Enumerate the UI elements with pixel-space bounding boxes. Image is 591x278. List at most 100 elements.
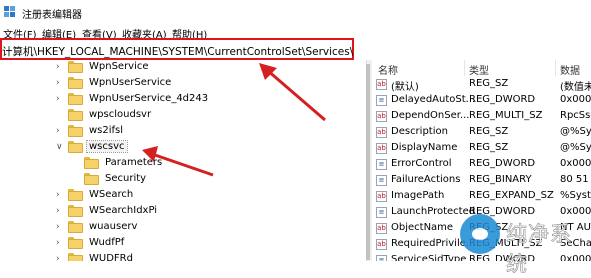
value-data: @%Sys (560, 142, 591, 153)
tree-item[interactable]: › WSearch (0, 188, 366, 204)
value-data: 0x000 (560, 158, 591, 169)
address-path: 计算机\HKEY_LOCAL_MACHINE\SYSTEM\CurrentCon… (2, 46, 391, 58)
value-name: ImagePath (391, 190, 445, 201)
value-name: ServiceSidType (391, 254, 467, 261)
tree-item-label: WUDFRd (89, 253, 133, 261)
binary-value-icon: ≡ (376, 175, 387, 186)
binary-value-icon: ≡ (376, 159, 387, 170)
tree-item-label: WpnService (89, 61, 149, 72)
tree-item[interactable]: › wuauserv (0, 220, 366, 236)
folder-icon (68, 189, 83, 201)
tree-item-label: wscsvc (86, 140, 128, 153)
chevron-right-icon[interactable]: › (56, 190, 60, 200)
value-row[interactable]: ab Description REG_SZ @%Sys (372, 125, 591, 141)
value-type: REG_BINARY (469, 174, 532, 185)
tree-item-label: WSearch (89, 189, 134, 200)
binary-value-icon: ≡ (376, 95, 387, 106)
chevron-right-icon[interactable]: › (56, 78, 60, 88)
tree-scrollbar[interactable] (366, 64, 370, 260)
tree-item-label: wpscloudsvr (89, 109, 152, 120)
folder-icon (68, 237, 83, 249)
watermark-logo-icon (460, 214, 500, 254)
chevron-right-icon[interactable]: › (56, 254, 60, 261)
value-data: 80 51 0 (560, 174, 591, 185)
column-header-type[interactable]: 类型 (469, 62, 489, 77)
watermark-text: 纯净系统 (506, 222, 572, 277)
folder-icon (84, 157, 99, 169)
window-title: 注册表编辑器 (22, 10, 82, 21)
registry-editor-icon (4, 6, 15, 17)
value-type: REG_DWORD (469, 94, 536, 105)
column-divider[interactable] (464, 60, 465, 76)
binary-value-icon: ≡ (376, 207, 387, 218)
string-value-icon: ab (376, 239, 387, 250)
tree-item-label: WudfPf (89, 237, 125, 248)
tree-item[interactable]: › WUDFRd (0, 252, 366, 261)
folder-icon (68, 141, 83, 153)
column-header-data[interactable]: 数据 (560, 62, 580, 77)
string-value-icon: ab (376, 223, 387, 234)
folder-icon (68, 109, 83, 121)
tree-item[interactable]: › WSearchIdxPi (0, 204, 366, 220)
value-type: REG_MULTI_SZ (469, 110, 543, 121)
string-value-icon: ab (376, 191, 387, 202)
value-row[interactable]: ab (默认) REG_SZ (数值未 (372, 77, 591, 93)
value-data: %Syste (560, 190, 591, 201)
value-row[interactable]: ab DependOnSer... REG_MULTI_SZ RpcSs (372, 109, 591, 125)
tree-item-label: WpnUserService (89, 77, 172, 88)
value-data: RpcSs (560, 110, 591, 121)
title-bar: 注册表编辑器 (0, 0, 591, 24)
watermark: 纯净系统 (460, 212, 591, 276)
value-data: 0x000 (560, 94, 591, 105)
value-name: DelayedAutoSt... (391, 94, 476, 105)
string-value-icon: ab (376, 79, 387, 90)
chevron-right-icon[interactable]: › (56, 62, 60, 72)
folder-icon (68, 61, 83, 73)
chevron-down-icon[interactable]: ∨ (56, 142, 63, 152)
value-row[interactable]: ≡ FailureActions REG_BINARY 80 51 0 (372, 173, 591, 189)
tree-item-label: WpnUserService_4d243 (89, 93, 209, 104)
value-row[interactable]: ab ImagePath REG_EXPAND_SZ %Syste (372, 189, 591, 205)
annotation-arrow-icon (142, 146, 214, 177)
folder-icon (84, 173, 99, 185)
chevron-right-icon[interactable]: › (56, 206, 60, 216)
folder-icon (68, 253, 83, 261)
column-header-name[interactable]: 名称 (378, 62, 398, 77)
chevron-right-icon[interactable]: › (56, 126, 60, 136)
value-row[interactable]: ab DisplayName REG_SZ @%Sys (372, 141, 591, 157)
folder-icon (68, 125, 83, 137)
chevron-right-icon[interactable]: › (56, 94, 60, 104)
value-type: REG_EXPAND_SZ (469, 190, 554, 201)
value-name: ObjectName (391, 222, 454, 233)
string-value-icon: ab (376, 111, 387, 122)
value-type: REG_SZ (469, 126, 509, 137)
value-type: REG_SZ (469, 78, 509, 89)
value-row[interactable]: ≡ DelayedAutoSt... REG_DWORD 0x000 (372, 93, 591, 109)
chevron-right-icon[interactable]: › (56, 238, 60, 248)
chevron-right-icon[interactable]: › (56, 222, 60, 232)
tree-item[interactable]: › WudfPf (0, 236, 366, 252)
value-row[interactable]: ≡ ErrorControl REG_DWORD 0x000 (372, 157, 591, 173)
tree-item-label: WSearchIdxPi (89, 205, 158, 216)
value-type: REG_SZ (469, 142, 509, 153)
value-type: REG_DWORD (469, 158, 536, 169)
annotation-arrow-icon (259, 63, 326, 122)
address-bar[interactable]: 计算机\HKEY_LOCAL_MACHINE\SYSTEM\CurrentCon… (0, 38, 391, 60)
value-name: DependOnSer... (391, 110, 470, 121)
value-name: DisplayName (391, 142, 458, 153)
tree-item-label: ws2ifsl (89, 125, 124, 136)
tree-item-label: wuauserv (89, 221, 138, 232)
column-divider[interactable] (555, 60, 556, 76)
binary-value-icon: ≡ (376, 255, 387, 261)
string-value-icon: ab (376, 143, 387, 154)
folder-icon (68, 93, 83, 105)
value-name: ErrorControl (391, 158, 452, 169)
folder-icon (68, 205, 83, 217)
folder-icon (68, 221, 83, 233)
value-data: @%Sys (560, 126, 591, 137)
string-value-icon: ab (376, 127, 387, 138)
value-data: (数值未 (560, 82, 591, 93)
value-name: FailureActions (391, 174, 461, 185)
folder-icon (68, 77, 83, 89)
value-name: Description (391, 126, 448, 137)
